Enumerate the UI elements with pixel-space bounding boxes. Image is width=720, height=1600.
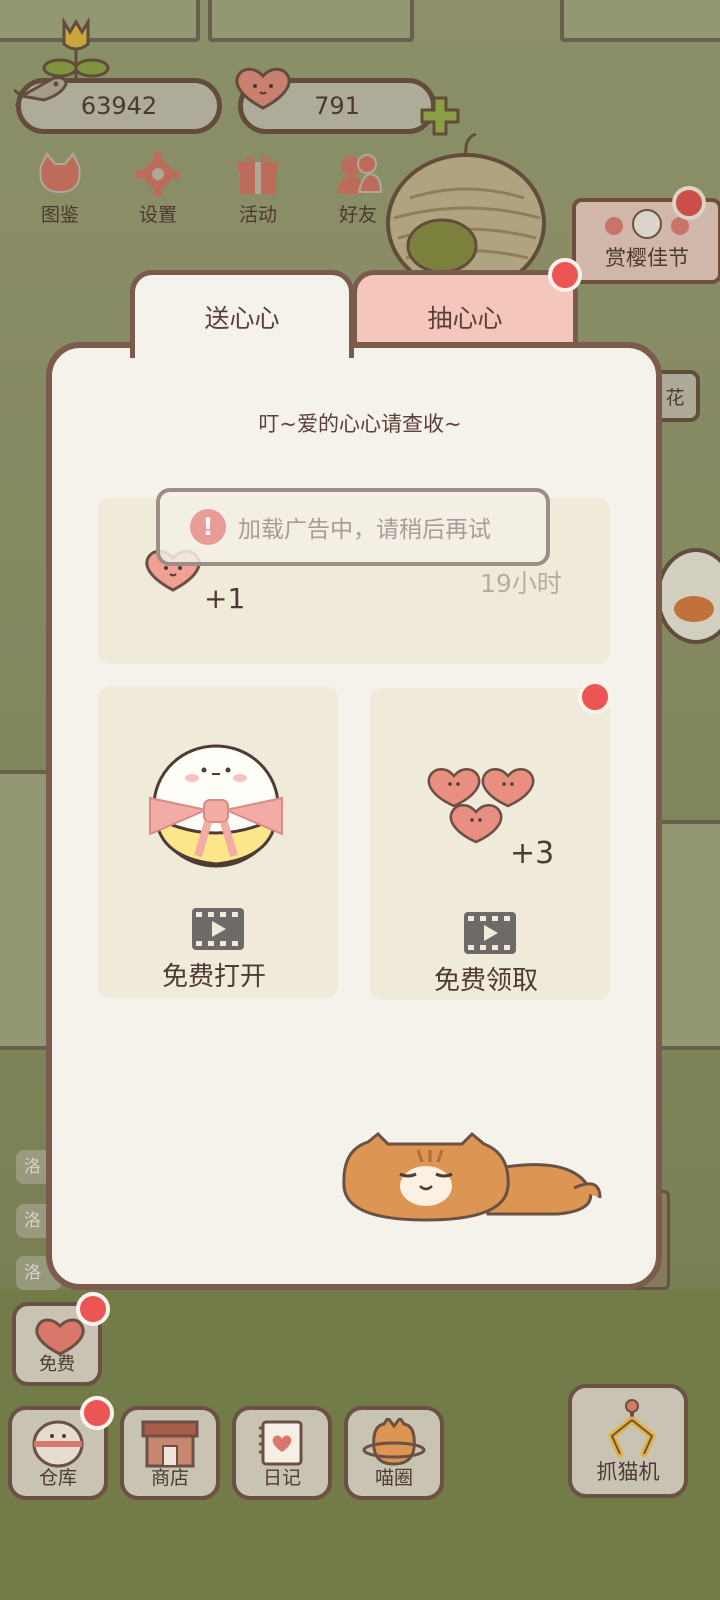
tab-draw-notification-dot — [548, 258, 582, 292]
daily-heart-reward: +1 — [204, 582, 246, 615]
daily-heart-timer: 19小时 — [480, 569, 562, 598]
hearts-bundle-icon — [427, 768, 535, 844]
video-ad-icon — [464, 912, 516, 954]
free-notification-dot — [76, 1292, 110, 1326]
claw-icon — [607, 1399, 657, 1458]
tab-join-cover — [135, 340, 349, 352]
free-open-button[interactable]: 免费打开 — [162, 956, 266, 993]
video-ad-icon — [192, 908, 244, 950]
egg-gift-icon — [149, 744, 283, 868]
claim-hearts-reward: +3 — [510, 836, 555, 871]
sleeping-cat-illustration — [342, 1131, 602, 1222]
claw-label: 抓猫机 — [596, 1460, 660, 1484]
nav-diary-button[interactable]: 日记 — [232, 1406, 332, 1500]
nav-shop-button[interactable]: 商店 — [120, 1406, 220, 1500]
warning-icon: ! — [190, 509, 226, 545]
warehouse-icon — [32, 1420, 84, 1468]
claim-notification-dot — [578, 680, 612, 714]
warehouse-notification-dot — [80, 1396, 114, 1430]
claw-machine-button[interactable]: 抓猫机 — [568, 1384, 688, 1498]
modal-subtitle: 叮~爱的心心请查收~ — [258, 412, 462, 436]
loading-ad-toast: ! 加载广告中，请稍后再试 — [156, 488, 550, 566]
tab-label: 送心心 — [204, 303, 280, 333]
free-claim-button[interactable]: 免费领取 — [434, 960, 538, 997]
nav-cat-circle-button[interactable]: 喵圈 — [344, 1406, 444, 1500]
diary-icon — [259, 1420, 303, 1466]
heart-icon — [35, 1318, 85, 1356]
tab-label: 抽心心 — [427, 303, 503, 333]
toast-text: 加载广告中，请稍后再试 — [238, 517, 491, 543]
cat-planet-icon — [362, 1418, 426, 1466]
shop-icon — [141, 1420, 199, 1468]
